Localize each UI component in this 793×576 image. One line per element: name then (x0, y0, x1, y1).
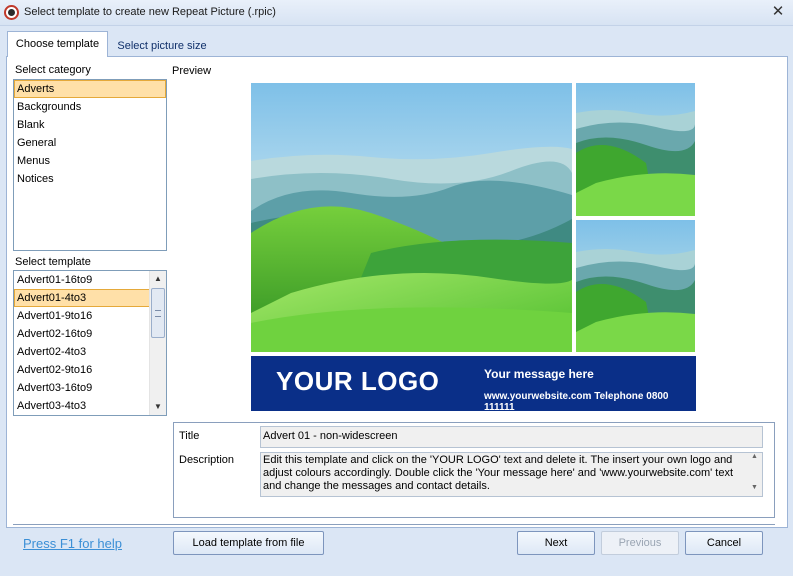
scroll-up-icon[interactable]: ▲ (747, 453, 762, 465)
category-list[interactable]: Adverts Backgrounds Blank General Menus … (13, 79, 167, 251)
description-field[interactable]: Edit this template and click on the 'YOU… (260, 452, 763, 497)
template-item[interactable]: Advert02-16to9 (14, 325, 150, 343)
template-item[interactable]: Advert02-4to3 (14, 343, 150, 361)
app-icon (4, 5, 19, 20)
template-item-selected[interactable]: Advert01-4to3 (14, 289, 150, 307)
preview-logo-text: YOUR LOGO (276, 366, 440, 396)
preview-landscape-top (576, 83, 695, 216)
title-bar: Select template to create new Repeat Pic… (0, 0, 793, 26)
previous-button[interactable]: Previous (601, 531, 679, 555)
template-item[interactable]: Advert03-4to3 (14, 397, 150, 415)
cancel-button[interactable]: Cancel (685, 531, 763, 555)
category-label: Select category (15, 64, 91, 76)
template-label: Select template (15, 256, 91, 268)
next-button[interactable]: Next (517, 531, 595, 555)
window-title: Select template to create new Repeat Pic… (24, 6, 276, 18)
template-item[interactable]: Advert01-16to9 (14, 271, 150, 289)
footer-divider (13, 524, 775, 525)
template-item[interactable]: Advert01-9to16 (14, 307, 150, 325)
title-field[interactable]: Advert 01 - non-widescreen (260, 426, 763, 448)
preview-banner: YOUR LOGO Your message here www.yourwebs… (251, 356, 696, 413)
template-item[interactable]: Advert03-16to9 (14, 379, 150, 397)
category-item-general[interactable]: General (14, 134, 166, 152)
title-label: Title (179, 430, 200, 442)
tab-choose-template[interactable]: Choose template (7, 31, 108, 57)
scroll-up-icon[interactable]: ▲ (150, 271, 166, 287)
category-item-adverts[interactable]: Adverts (14, 80, 166, 98)
template-list[interactable]: Advert01-16to9 Advert01-4to3 Advert01-9t… (13, 270, 167, 416)
preview-landscape-bottom (576, 220, 695, 352)
preview-message: Your message here (484, 367, 594, 381)
preview-label: Preview (172, 65, 212, 77)
template-scrollbar[interactable]: ▲ ▼ (149, 271, 166, 415)
category-item-menus[interactable]: Menus (14, 152, 166, 170)
preview-contact: www.yourwebsite.com Telephone 0800 11111… (484, 391, 669, 413)
preview-landscape-main (251, 83, 572, 352)
close-button[interactable]: ✕ (769, 3, 787, 21)
scroll-thumb[interactable] (151, 288, 165, 338)
load-template-button[interactable]: Load template from file (173, 531, 324, 555)
category-item-blank[interactable]: Blank (14, 116, 166, 134)
description-scrollbar[interactable]: ▲ ▼ (747, 453, 762, 496)
template-info-box: Title Advert 01 - non-widescreen Descrip… (173, 422, 775, 518)
help-link[interactable]: Press F1 for help (23, 536, 122, 551)
scroll-down-icon[interactable]: ▼ (747, 484, 762, 496)
description-label: Description (179, 454, 235, 466)
template-item[interactable]: Advert02-9to16 (14, 361, 150, 379)
scroll-down-icon[interactable]: ▼ (150, 399, 166, 415)
category-item-backgrounds[interactable]: Backgrounds (14, 98, 166, 116)
category-item-notices[interactable]: Notices (14, 170, 166, 188)
